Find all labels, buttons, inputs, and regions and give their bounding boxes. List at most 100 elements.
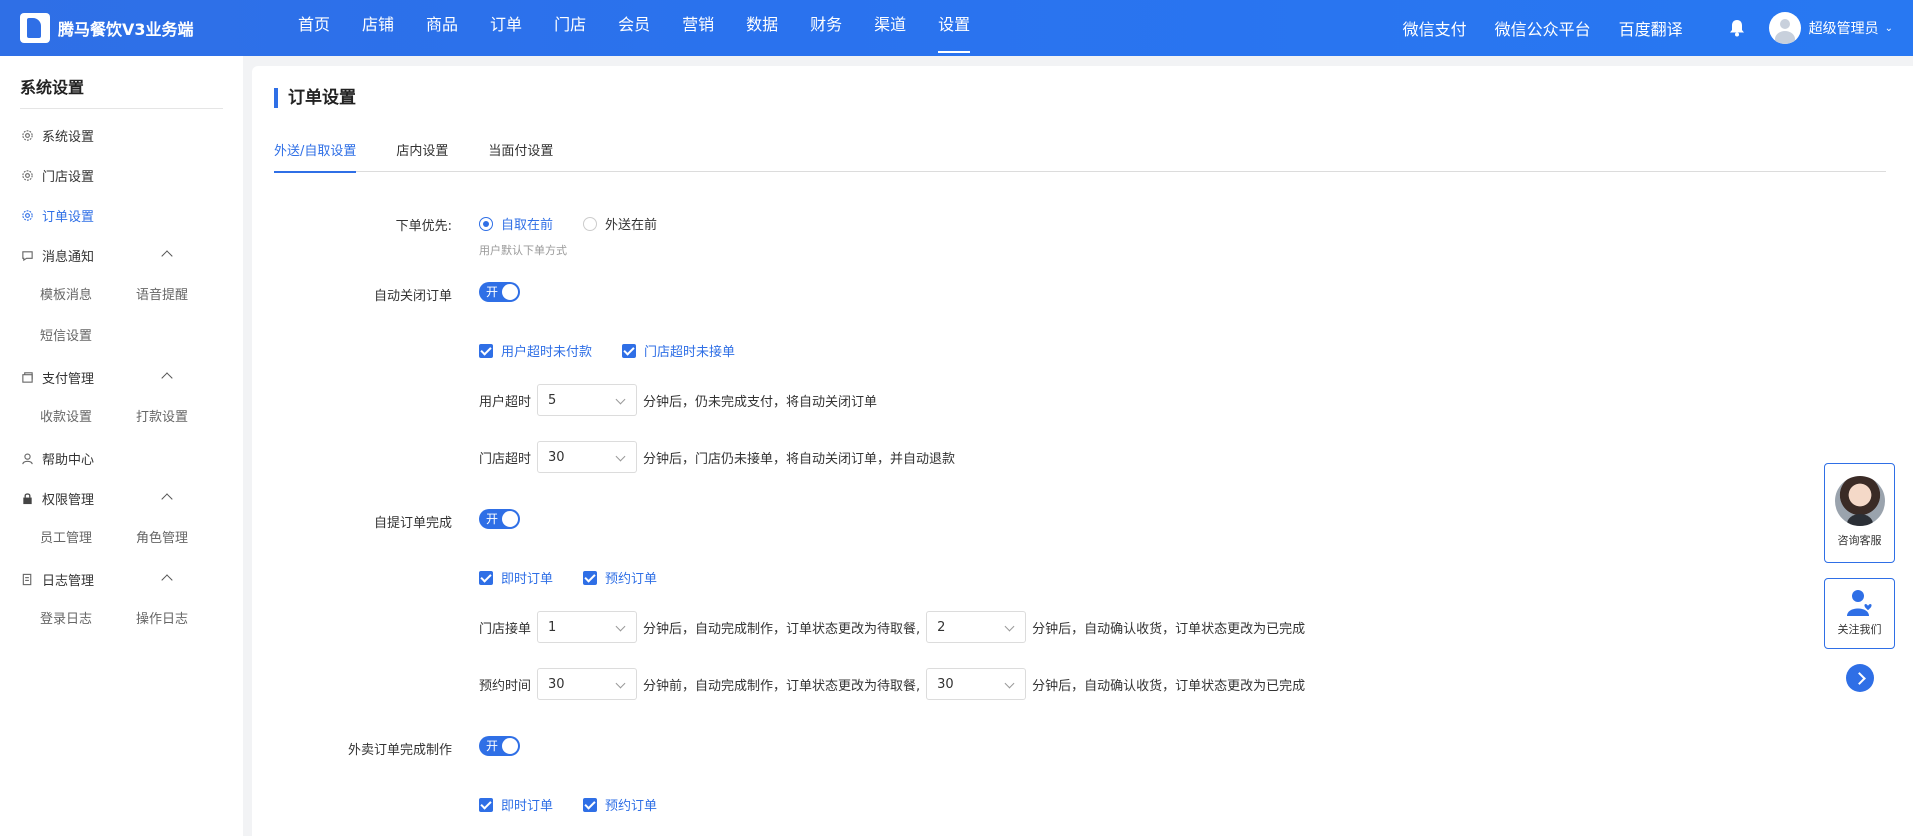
sidebar-subitem-login-log[interactable]: 登录日志	[40, 599, 136, 640]
switch-text: 开	[486, 285, 499, 299]
chevron-right-icon[interactable]	[1846, 664, 1874, 692]
user-timeout-row: 用户超时 5 分钟后，仍未完成支付，将自动关闭订单	[479, 384, 877, 416]
user-avatar[interactable]	[1768, 12, 1801, 44]
delivery-complete-checks: 即时订单 预约订单	[479, 795, 687, 814]
user-icon	[20, 451, 34, 465]
brand[interactable]: 腾马餐饮V3业务端	[0, 13, 270, 43]
link-baidu-translate[interactable]: 百度翻译	[1605, 16, 1697, 40]
store-accept-select-1[interactable]: 1	[537, 611, 638, 643]
radio-dot	[583, 216, 598, 231]
reserve-time-suffix: 分钟后，自动确认收货，订单状态更改为已完成	[1032, 678, 1306, 694]
service-avatar	[1834, 476, 1885, 526]
check-reserved-order[interactable]: 预约订单	[583, 568, 657, 587]
tab-face-pay[interactable]: 当面付设置	[488, 132, 553, 172]
nav-stores[interactable]: 门店	[538, 0, 602, 56]
chevron-up-icon[interactable]	[161, 493, 173, 505]
nav-members[interactable]: 会员	[602, 0, 666, 56]
pickup-complete-switch[interactable]: 开	[479, 509, 520, 529]
check-delivery-reserved[interactable]: 预约订单	[583, 795, 657, 814]
sidebar-subitem-staff[interactable]: 员工管理	[40, 518, 136, 559]
sidebar-subitem-action-log[interactable]: 操作日志	[136, 599, 232, 640]
user-timeout-select[interactable]: 5	[537, 384, 638, 416]
tab-bar: 外送/自取设置 店内设置 当面付设置	[274, 132, 1886, 173]
sidebar-item-store[interactable]: 门店设置	[0, 155, 243, 195]
nav-orders[interactable]: 订单	[474, 0, 538, 56]
auto-close-checks: 用户超时未付款 门店超时未接单	[479, 341, 765, 360]
chevron-down-icon	[615, 678, 626, 689]
sidebar-item-payment[interactable]: 支付管理	[0, 357, 243, 397]
sidebar-subitem-receive[interactable]: 收款设置	[40, 397, 136, 438]
log-icon	[20, 572, 34, 586]
nav-finance[interactable]: 财务	[794, 0, 858, 56]
sidebar-subitem-role[interactable]: 角色管理	[136, 518, 232, 559]
radio-label: 自取在前	[501, 218, 554, 233]
user-name[interactable]: 超级管理员	[1809, 18, 1879, 38]
sidebar-item-label: 消息通知	[42, 249, 95, 265]
store-accept-label: 门店接单	[479, 621, 532, 637]
radio-label: 外送在前	[605, 218, 658, 233]
select-value: 30	[548, 676, 565, 692]
bell-icon[interactable]	[1729, 19, 1747, 37]
lock-icon	[20, 491, 34, 505]
switch-knob	[502, 738, 518, 754]
consult-service-card[interactable]: 咨询客服	[1824, 463, 1895, 563]
delivery-complete-switch[interactable]: 开	[479, 736, 520, 756]
sidebar-item-notify[interactable]: 消息通知	[0, 235, 243, 275]
divider	[20, 108, 223, 109]
sidebar-item-log[interactable]: 日志管理	[0, 559, 243, 599]
sidebar-item-help[interactable]: 帮助中心	[0, 438, 243, 478]
nav-data[interactable]: 数据	[730, 0, 794, 56]
reserve-time-mid: 分钟前，自动完成制作，订单状态更改为待取餐,	[643, 678, 921, 694]
chevron-down-icon[interactable]: ⌄	[1885, 23, 1893, 34]
consult-label: 咨询客服	[1837, 534, 1882, 547]
select-value: 1	[548, 619, 557, 635]
chevron-down-icon	[615, 394, 626, 405]
sidebar-title: 系统设置	[20, 78, 85, 97]
checkbox-icon	[583, 797, 598, 812]
chevron-up-icon[interactable]	[161, 574, 173, 586]
sidebar-subitem-payout[interactable]: 打款设置	[136, 397, 232, 438]
switch-text: 开	[486, 739, 499, 753]
chevron-down-icon	[615, 451, 626, 462]
order-priority-group: 自取在前 外送在前	[479, 214, 687, 233]
chevron-up-icon[interactable]	[161, 250, 173, 262]
sidebar-item-system[interactable]: 系统设置	[0, 115, 243, 155]
nav-goods[interactable]: 商品	[410, 0, 474, 56]
gear-icon	[20, 168, 34, 182]
link-wechat-pay[interactable]: 微信支付	[1389, 16, 1481, 40]
link-wechat-mp[interactable]: 微信公众平台	[1481, 16, 1605, 40]
nav-channels[interactable]: 渠道	[858, 0, 922, 56]
nav-settings[interactable]: 设置	[922, 0, 986, 56]
sidebar-item-label: 系统设置	[42, 129, 95, 145]
check-instant-order[interactable]: 即时订单	[479, 568, 553, 587]
chevron-up-icon[interactable]	[161, 372, 173, 384]
reserve-time-select-1[interactable]: 30	[537, 668, 638, 700]
check-store-unaccepted[interactable]: 门店超时未接单	[622, 341, 735, 360]
radio-pickup-first[interactable]: 自取在前	[479, 214, 553, 233]
sidebar-item-permission[interactable]: 权限管理	[0, 478, 243, 518]
sidebar-item-order[interactable]: 订单设置	[0, 195, 243, 235]
follow-us-card[interactable]: 关注我们	[1824, 578, 1895, 649]
nav-marketing[interactable]: 营销	[666, 0, 730, 56]
nav-shop[interactable]: 店铺	[346, 0, 410, 56]
top-right-area: 微信支付 微信公众平台 百度翻译 超级管理员 ⌄	[1389, 0, 1913, 56]
tab-delivery-pickup[interactable]: 外送/自取设置	[274, 132, 357, 173]
tab-dine-in[interactable]: 店内设置	[396, 132, 448, 172]
checkbox-icon	[622, 343, 637, 358]
reserve-time-select-2[interactable]: 30	[926, 668, 1027, 700]
sidebar-subitem-sms[interactable]: 短信设置	[40, 316, 136, 357]
pickup-complete-checks: 即时订单 预约订单	[479, 568, 687, 587]
order-priority-label: 下单优先:	[395, 219, 452, 234]
select-value: 5	[548, 392, 557, 408]
sidebar-subitem-voice[interactable]: 语音提醒	[136, 275, 232, 316]
store-accept-select-2[interactable]: 2	[926, 611, 1027, 643]
store-timeout-select[interactable]: 30	[537, 441, 638, 473]
sidebar-item-label: 门店设置	[42, 169, 95, 185]
check-delivery-instant[interactable]: 即时订单	[479, 795, 553, 814]
check-user-unpaid[interactable]: 用户超时未付款	[479, 341, 592, 360]
sidebar-subitem-template[interactable]: 模板消息	[40, 275, 136, 316]
pickup-complete-row: 开	[479, 509, 520, 529]
nav-home[interactable]: 首页	[282, 0, 346, 56]
auto-close-switch[interactable]: 开	[479, 282, 520, 302]
radio-delivery-first[interactable]: 外送在前	[583, 214, 657, 233]
